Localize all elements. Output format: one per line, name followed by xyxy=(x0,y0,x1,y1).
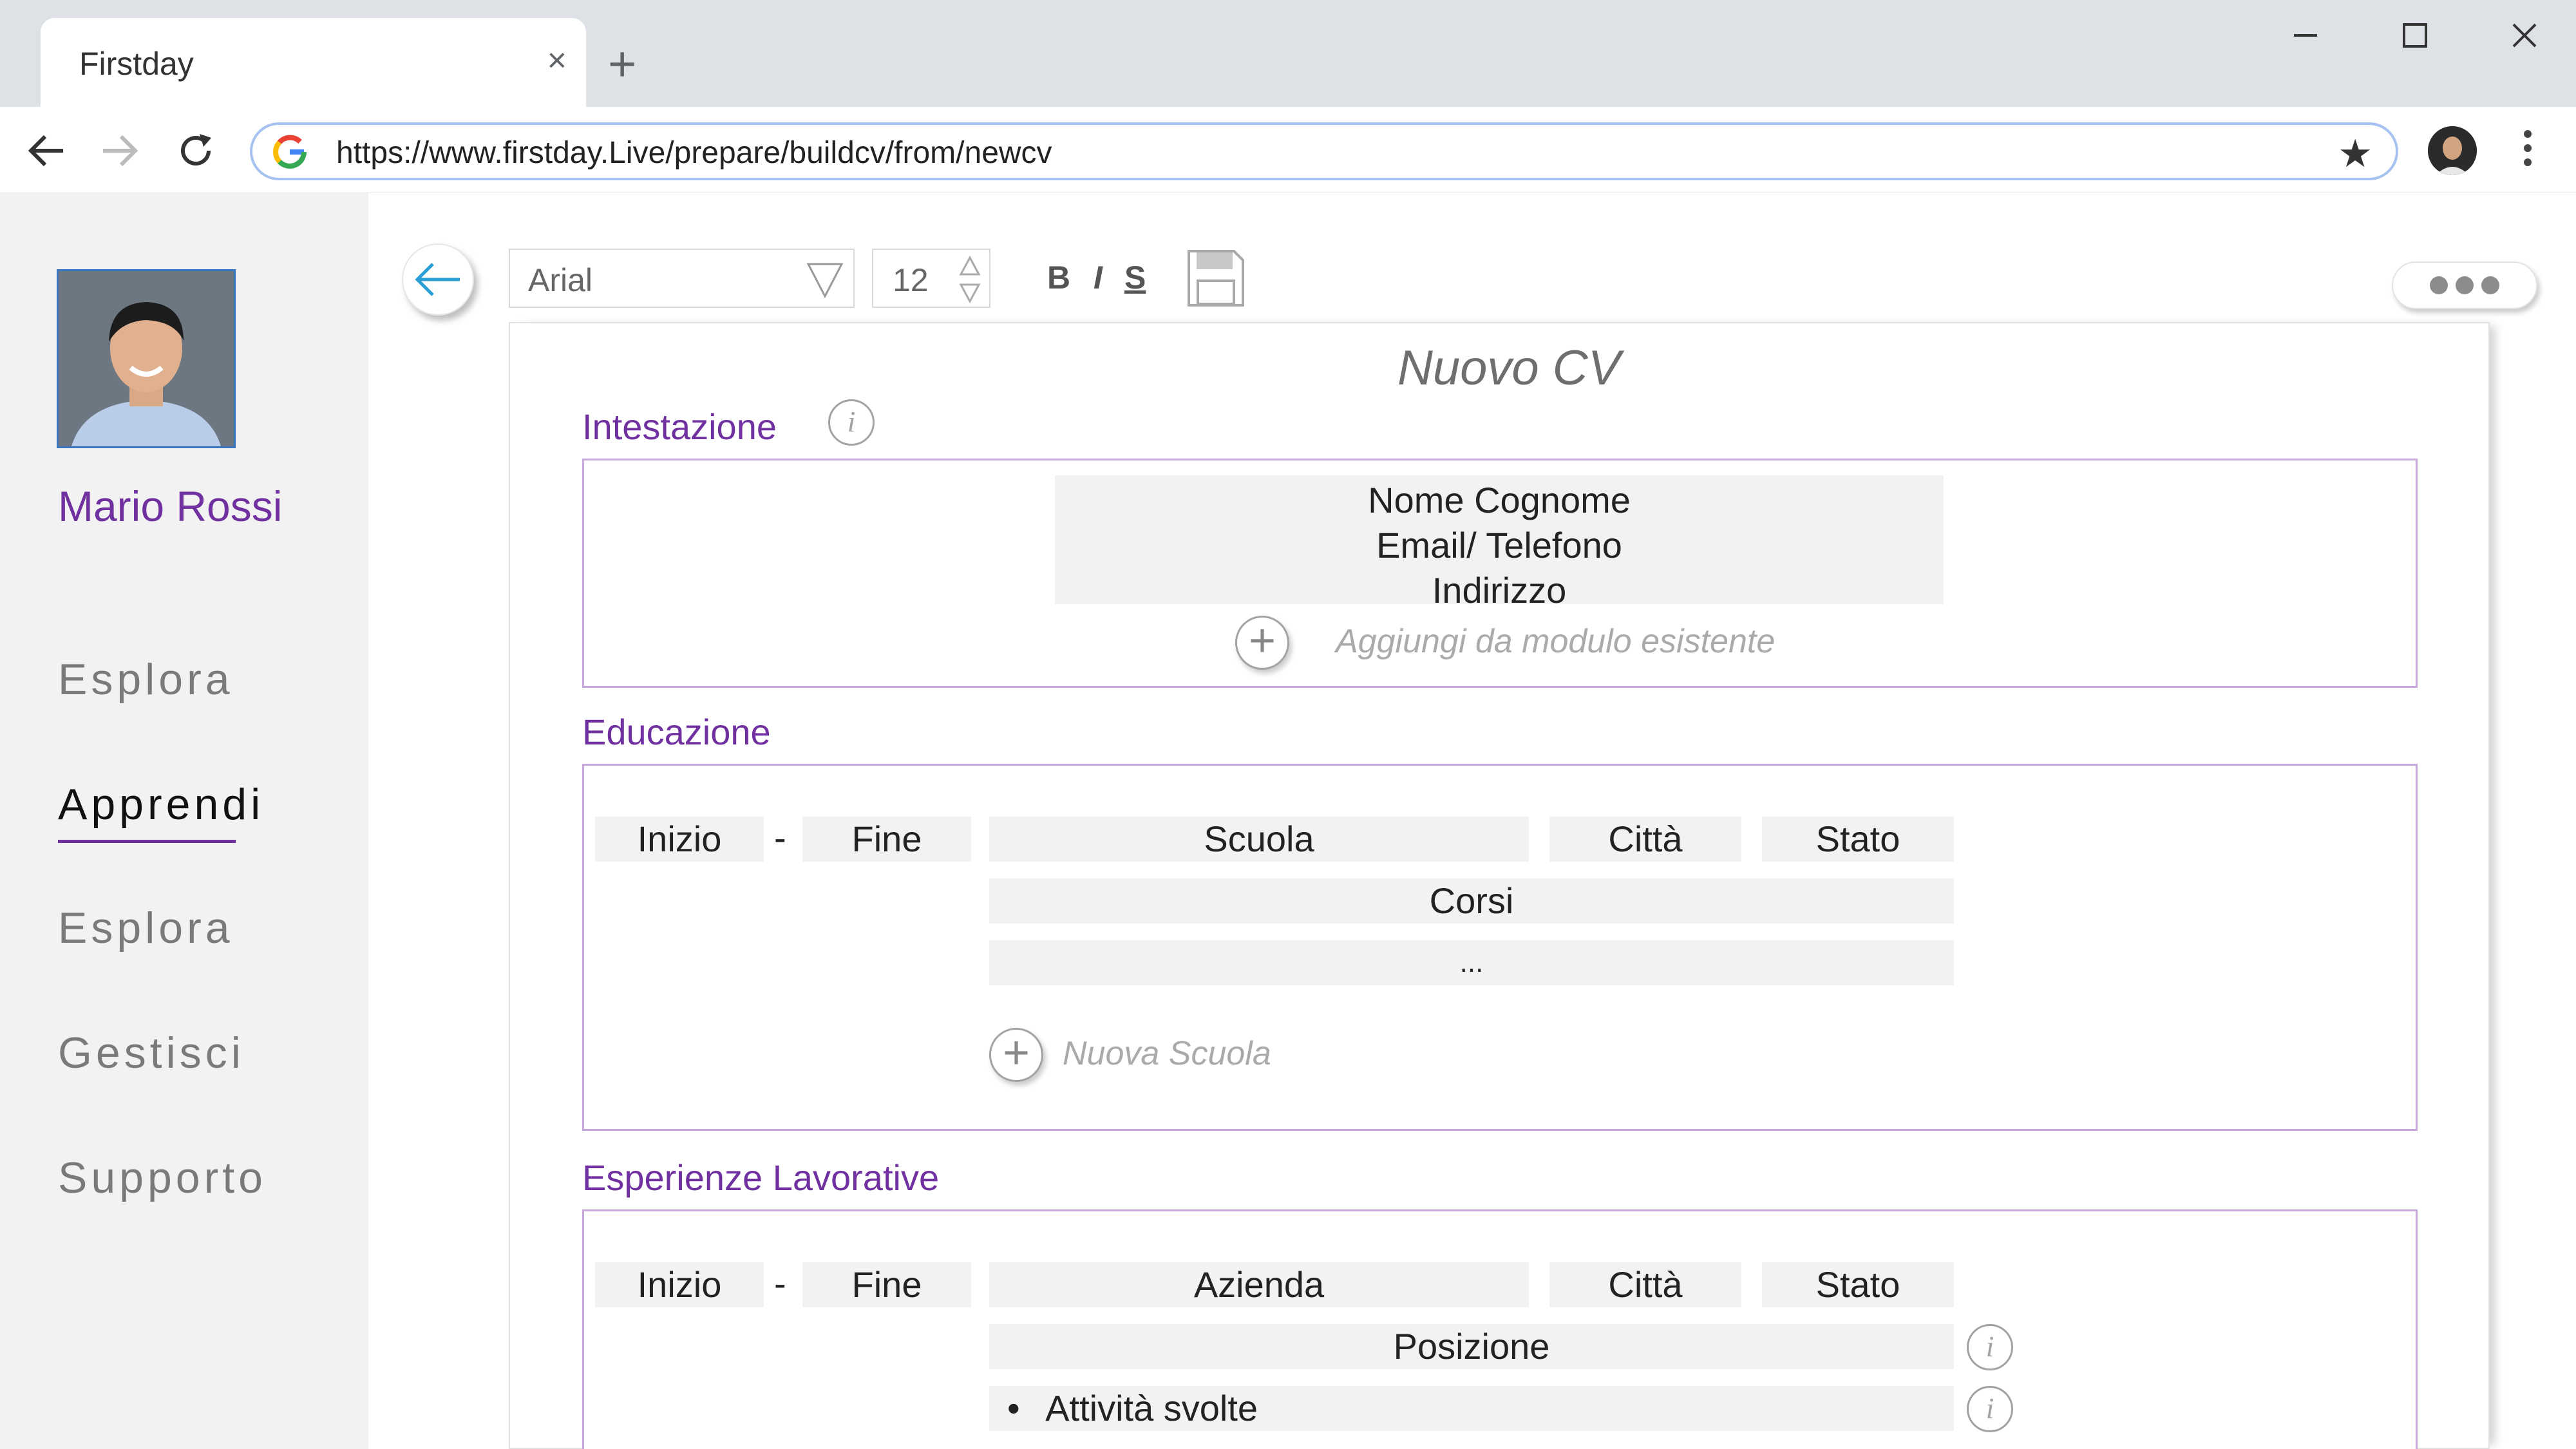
dropdown-triangle-icon[interactable] xyxy=(806,260,844,299)
font-size-value: 12 xyxy=(893,262,929,298)
forward-arrow-icon[interactable] xyxy=(88,118,152,183)
date-dash: - xyxy=(774,1263,786,1303)
font-family-select[interactable]: Arial xyxy=(509,249,855,308)
add-school-hint: Nuova Scuola xyxy=(1063,1035,1271,1072)
save-icon[interactable] xyxy=(1186,249,1245,308)
browser-tabstrip: Firstday × + xyxy=(0,0,2576,109)
browser-toolbar: https://www.firstday.Live/prepare/buildc… xyxy=(0,107,2576,193)
browser-tab[interactable]: Firstday × xyxy=(41,18,586,109)
add-school-button[interactable]: + xyxy=(989,1028,1043,1082)
sidebar-item-supporto[interactable]: Supporto xyxy=(58,1153,267,1203)
work-state-field[interactable]: Stato xyxy=(1762,1262,1954,1307)
date-dash: - xyxy=(774,817,786,858)
section-title-intestazione: Intestazione xyxy=(582,406,777,447)
stepper-arrows-icon[interactable] xyxy=(958,255,981,304)
sidebar: Mario Rossi Esplora Apprendi Esplora Ges… xyxy=(0,193,368,1449)
active-nav-underline xyxy=(58,840,236,843)
header-contact-line: Email/ Telefono xyxy=(1376,525,1622,565)
edu-state-field[interactable]: Stato xyxy=(1762,817,1954,862)
sidebar-item-gestisci[interactable]: Gestisci xyxy=(58,1028,245,1078)
bookmark-star-icon[interactable]: ★ xyxy=(2338,131,2372,176)
add-from-existing-button[interactable]: + xyxy=(1235,616,1289,670)
url-bar[interactable]: https://www.firstday.Live/prepare/buildc… xyxy=(250,122,2398,180)
minimize-icon[interactable] xyxy=(2273,13,2338,58)
font-size-stepper[interactable]: 12 xyxy=(872,249,990,308)
back-arrow-icon[interactable] xyxy=(14,118,79,183)
user-avatar xyxy=(57,269,236,448)
document-title: Nuovo CV xyxy=(1397,341,1621,395)
strikethrough-button[interactable]: S xyxy=(1124,259,1146,296)
section-title-educazione: Educazione xyxy=(582,712,771,752)
info-icon[interactable]: i xyxy=(1967,1386,2013,1432)
section-title-esperienze: Esperienze Lavorative xyxy=(582,1157,940,1198)
more-options-button[interactable] xyxy=(2392,261,2537,309)
maximize-icon[interactable] xyxy=(2383,13,2447,58)
reload-icon[interactable] xyxy=(164,118,228,183)
work-start-field[interactable]: Inizio xyxy=(595,1262,764,1307)
header-block[interactable]: Nome Cognome Email/ Telefono Indirizzo xyxy=(1055,475,1944,611)
bullet: • xyxy=(1007,1388,1020,1428)
header-address-line: Indirizzo xyxy=(1432,570,1567,611)
edu-more-field[interactable]: ... xyxy=(989,940,1954,985)
company-field[interactable]: Azienda xyxy=(989,1262,1529,1307)
italic-button[interactable]: I xyxy=(1094,259,1103,296)
work-city-field[interactable]: Città xyxy=(1549,1262,1741,1307)
sidebar-item-apprendi[interactable]: Apprendi xyxy=(58,779,264,829)
info-icon[interactable]: i xyxy=(828,399,875,446)
info-icon[interactable]: i xyxy=(1967,1324,2013,1370)
tab-close-icon[interactable]: × xyxy=(547,41,567,80)
close-window-icon[interactable] xyxy=(2492,13,2557,58)
position-field[interactable]: Posizione xyxy=(989,1324,1954,1369)
tab-title: Firstday xyxy=(79,46,194,82)
url-text[interactable]: https://www.firstday.Live/prepare/buildc… xyxy=(336,135,1052,171)
courses-field[interactable]: Corsi xyxy=(989,878,1954,923)
profile-avatar-icon[interactable] xyxy=(2428,126,2477,175)
google-icon xyxy=(273,135,307,169)
school-field[interactable]: Scuola xyxy=(989,817,1529,862)
edu-city-field[interactable]: Città xyxy=(1549,817,1741,862)
back-arrow-icon xyxy=(415,263,460,296)
browser-menu-icon[interactable] xyxy=(2518,130,2537,173)
new-tab-button[interactable]: + xyxy=(608,33,636,95)
work-end-field[interactable]: Fine xyxy=(802,1262,971,1307)
back-button[interactable] xyxy=(402,243,474,316)
font-family-value: Arial xyxy=(528,262,593,298)
edu-end-field[interactable]: Fine xyxy=(802,817,971,862)
add-from-existing-hint: Aggiungi da modulo esistente xyxy=(1336,623,1776,660)
activities-field[interactable]: • Attività svolte xyxy=(989,1386,1954,1431)
activities-label: Attività svolte xyxy=(1045,1388,1258,1428)
header-name-line: Nome Cognome xyxy=(1368,480,1631,520)
user-name: Mario Rossi xyxy=(58,482,283,530)
sidebar-item-esplora[interactable]: Esplora xyxy=(58,654,234,705)
edu-start-field[interactable]: Inizio xyxy=(595,817,764,862)
sidebar-item-esplora-2[interactable]: Esplora xyxy=(58,903,234,953)
bold-button[interactable]: B xyxy=(1047,259,1070,296)
